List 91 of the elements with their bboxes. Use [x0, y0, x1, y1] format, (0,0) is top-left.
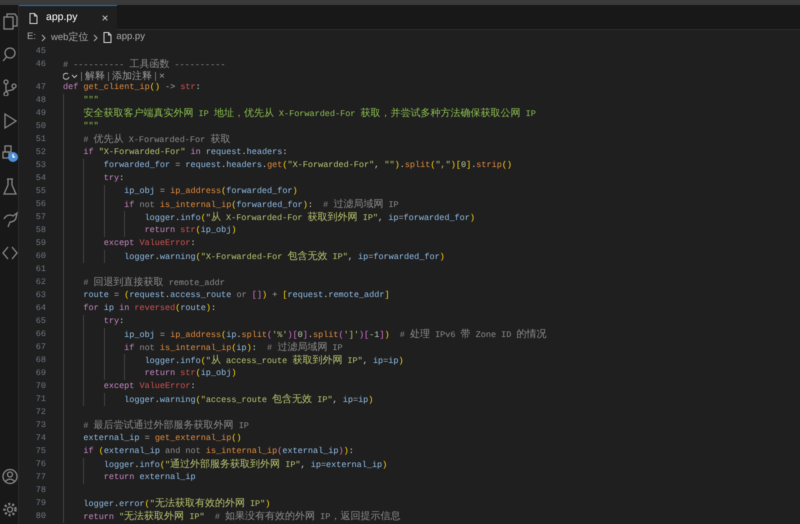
breadcrumb-item[interactable]: E: — [27, 30, 36, 45]
line-number: 80 — [34, 510, 46, 523]
code-line: logger.warning("access_route 包含无效 IP", ip=ip) — [124, 393, 374, 406]
code-line: try: — [104, 172, 124, 185]
code-line: logger.error("无法获取有效的外网 IP") — [83, 497, 270, 510]
arrows-icon[interactable] — [2, 244, 18, 261]
line-number: 79 — [34, 497, 46, 510]
breadcrumb-item[interactable]: web定位 — [50, 30, 88, 46]
code-line: except ValueError: — [104, 237, 196, 250]
line-number: 53 — [34, 159, 46, 172]
code-line: except ValueError: — [104, 380, 196, 393]
line-number: 64 — [34, 302, 46, 315]
code-line: for ip in reversed(route): — [83, 302, 216, 315]
line-number: 68 — [34, 354, 46, 367]
code-line: logger.warning("X-Forwarded-For 包含无效 IP", ip=forwarded_for) — [124, 250, 445, 263]
line-number: 45 — [34, 45, 46, 58]
code-line: return external_ip — [104, 471, 196, 484]
code-line: # 回退到直接获取 remote_addr — [83, 276, 225, 289]
branch-icon[interactable] — [2, 79, 18, 96]
line-number: 46 — [34, 58, 46, 71]
code-line: ip_obj = ip_address(ip.split('%')[0].split(']')[-1]) # 处理 IPv6 带 Zone ID 的情况 — [124, 328, 546, 341]
settings-icon[interactable] — [2, 501, 18, 518]
line-number: 70 — [34, 380, 46, 393]
code-line: if (external_ip and not is_internal_ip(external_ip)): — [83, 445, 354, 458]
run-icon[interactable] — [2, 112, 18, 129]
line-number: 75 — [34, 445, 46, 458]
refresh-chevron-icon[interactable] — [63, 72, 78, 80]
line-number: 52 — [34, 146, 46, 159]
code-line: return "无法获取外网 IP" # 如果没有有效的外网 IP，返回提示信息 — [83, 510, 400, 523]
files-icon[interactable] — [2, 13, 18, 30]
code-line: forwarded_for = request.headers.get("X-Forwarded-For", "").split(",")[0].strip() — [104, 159, 512, 172]
line-number: 60 — [34, 250, 46, 263]
code-line: # 优先从 X-Forwarded-For 获取 — [83, 133, 230, 146]
close-button[interactable]: × — [102, 12, 109, 24]
line-number: 71 — [34, 393, 46, 406]
account-icon[interactable] — [2, 468, 18, 485]
line-number: 62 — [34, 276, 46, 289]
line-number: 57 — [34, 211, 46, 224]
code-line: if "X-Forwarded-For" in request.headers: — [83, 146, 288, 159]
line-number: 77 — [34, 471, 46, 484]
line-number: 67 — [34, 341, 46, 354]
code-line: logger.info("通过外部服务获取到外网 IP", ip=external_ip) — [104, 458, 388, 471]
search-icon[interactable] — [2, 46, 18, 63]
code-line: """ — [83, 120, 99, 133]
line-number: 73 — [34, 419, 46, 432]
line-number: 74 — [34, 432, 46, 445]
line-number: 59 — [34, 237, 46, 250]
line-number: 54 — [34, 172, 46, 185]
line-number: 78 — [34, 484, 46, 497]
code-line: ip_obj = ip_address(forwarded_for) — [124, 185, 298, 198]
code-line: external_ip = get_external_ip() — [83, 432, 242, 445]
line-number: 50 — [34, 120, 46, 133]
line-number: 58 — [34, 224, 46, 237]
code-line: def get_client_ip() -> str: — [63, 81, 201, 94]
line-number: 69 — [34, 367, 46, 380]
codelens-link[interactable]: 解释 — [81, 72, 108, 80]
close-button[interactable]: × — [155, 72, 168, 80]
line-number: 47 — [34, 81, 46, 94]
code-line: # ---------- 工具函数 ---------- — [63, 58, 226, 70]
code-line: 安全获取客户端真实外网 IP 地址，优先从 X-Forwarded-For 获取，并尝试多种方法确保获取公网 IP — [83, 107, 536, 120]
line-number: 65 — [34, 315, 46, 328]
flask-icon[interactable] — [2, 178, 18, 195]
chevron-icon — [92, 34, 100, 42]
code-line: route = (request.access_route or []) + [request.remote_addr] — [83, 289, 390, 302]
line-number: 51 — [34, 133, 46, 146]
chevron-icon — [40, 34, 47, 42]
line-number: 55 — [34, 185, 46, 198]
tab-label[interactable]: app.py — [46, 10, 78, 26]
line-number: 63 — [34, 289, 46, 302]
line-number: 72 — [34, 406, 46, 419]
line-number: 48 — [34, 94, 46, 107]
file-icon — [29, 12, 38, 24]
breadcrumb-item[interactable]: app.py — [116, 30, 145, 45]
code-line: logger.info("从 X-Forwarded-For 获取到外网 IP", ip=forwarded_for) — [144, 211, 475, 224]
clock-badge-icon[interactable] — [2, 145, 18, 162]
code-line: if not is_internal_ip(forwarded_for): # 过滤局域网 IP — [124, 198, 399, 211]
codelens-link[interactable]: 添加注释 — [108, 72, 155, 80]
line-number: 66 — [34, 328, 46, 341]
code-line: return str(ip_obj) — [144, 224, 236, 237]
code-line: return str(ip_obj) — [144, 367, 236, 380]
line-number: 76 — [34, 458, 46, 471]
line-number: 56 — [34, 198, 46, 211]
code-line: if not is_internal_ip(ip): # 过滤局域网 IP — [124, 341, 343, 354]
editor-tab[interactable]: app.py × — [19, 5, 117, 30]
code-line: try: — [104, 315, 124, 328]
code-line: logger.info("从 access_route 获取到外网 IP", ip=ip) — [144, 354, 404, 367]
code-line: # 最后尝试通过外部服务获取外网 IP — [83, 419, 249, 432]
line-number: 61 — [34, 263, 46, 276]
line-number: 49 — [34, 107, 46, 120]
file-icon — [103, 32, 112, 43]
code-line: """ — [83, 94, 99, 107]
